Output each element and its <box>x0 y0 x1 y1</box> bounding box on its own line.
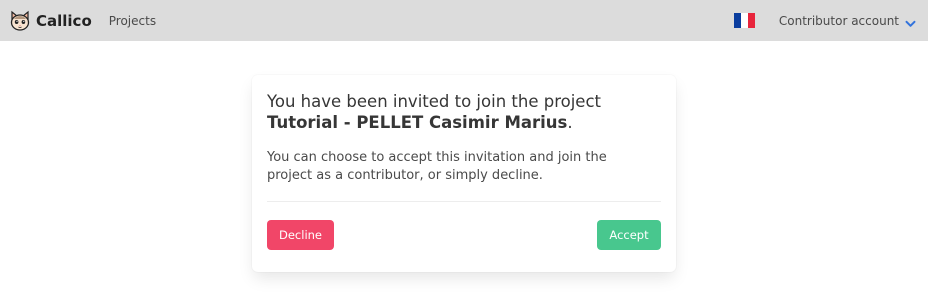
brand-link[interactable]: Callico <box>9 0 92 41</box>
navbar-end: Contributor account <box>733 0 928 41</box>
cat-face-icon <box>9 10 31 32</box>
accept-button[interactable]: Accept <box>597 220 661 250</box>
decline-button[interactable]: Decline <box>267 220 334 250</box>
invitation-title-prefix: You have been invited to join the projec… <box>267 92 601 111</box>
brand-name: Callico <box>36 11 92 30</box>
navbar: Callico Projects Contributor account <box>0 0 928 41</box>
french-flag-icon[interactable] <box>733 13 755 28</box>
invitation-description: You can choose to accept this invitation… <box>267 150 607 183</box>
invitation-title-suffix: . <box>567 113 573 132</box>
chevron-down-icon <box>905 17 916 27</box>
invitation-actions: Decline Accept <box>267 220 661 250</box>
project-name: Tutorial - PELLET Casimir Marius <box>267 113 568 132</box>
nav-link-projects[interactable]: Projects <box>109 14 156 28</box>
invitation-title: You have been invited to join the projec… <box>267 91 661 133</box>
account-label: Contributor account <box>778 13 899 28</box>
account-dropdown[interactable]: Contributor account <box>779 14 916 28</box>
invitation-card: You have been invited to join the projec… <box>252 75 676 272</box>
divider <box>267 201 661 202</box>
